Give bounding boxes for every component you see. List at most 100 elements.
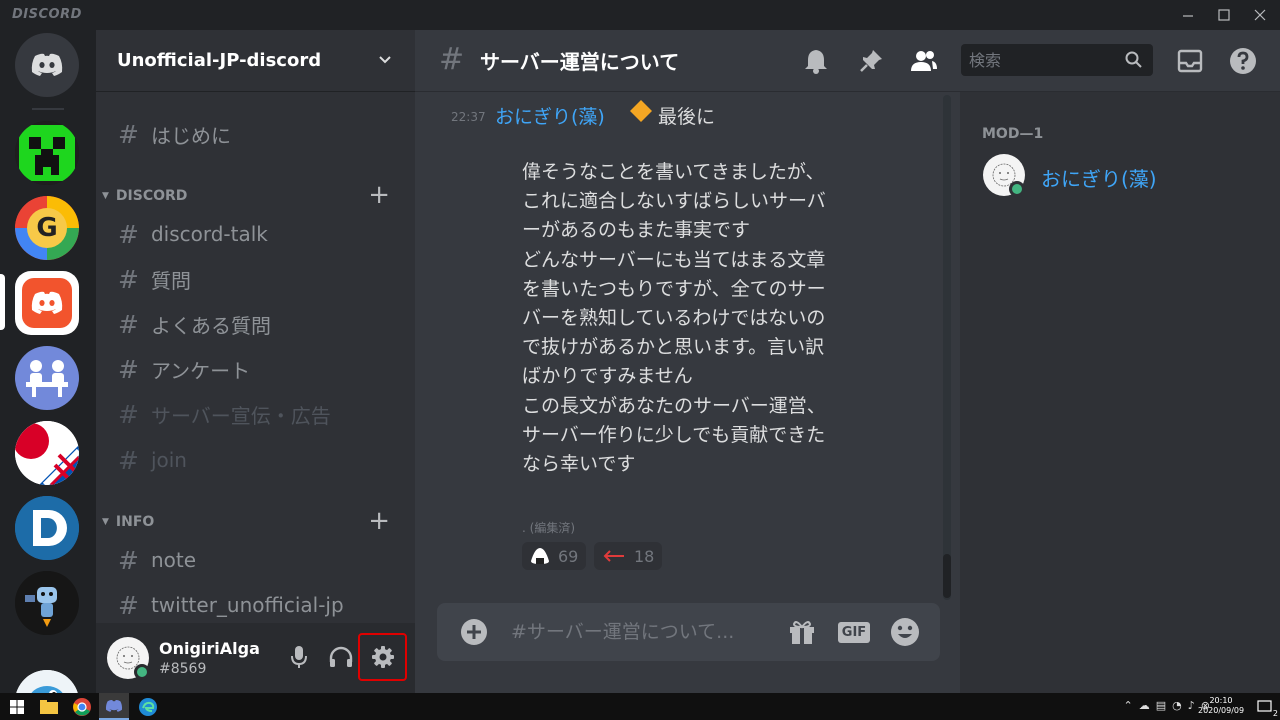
server-robot[interactable]	[15, 571, 79, 635]
chevron-down-icon: ▼	[102, 517, 109, 527]
hash-icon: #	[118, 119, 139, 149]
home-button[interactable]	[15, 33, 79, 97]
member-list: MOD—1 おにぎり(藻)	[960, 92, 1280, 693]
add-channel-icon[interactable]: +	[368, 180, 390, 210]
inbox-icon	[1177, 49, 1203, 73]
close-button[interactable]	[1240, 0, 1280, 30]
member-list-button[interactable]	[908, 46, 938, 76]
channel-discord-talk[interactable]: # discord-talk	[104, 214, 404, 254]
maximize-icon	[1218, 9, 1230, 21]
wifi-icon[interactable]: ◔	[1172, 699, 1182, 712]
edge-icon	[139, 697, 157, 716]
gif-button[interactable]: GIF	[837, 617, 871, 647]
category-info[interactable]: ▼ INFO +	[102, 506, 402, 536]
onedrive-icon[interactable]: ☁	[1139, 699, 1150, 712]
network-icon[interactable]: ▤	[1156, 699, 1166, 712]
creeper-icon	[15, 121, 79, 185]
taskbar-edge[interactable]	[133, 693, 163, 720]
search-input[interactable]	[969, 48, 1119, 72]
scrollbar-track[interactable]	[943, 95, 951, 600]
help-icon	[1230, 48, 1256, 74]
server-bird[interactable]	[15, 670, 79, 693]
message-head-text: 最後に	[658, 106, 716, 128]
edited-label: . (編集済)	[522, 519, 575, 536]
deafen-button[interactable]	[325, 641, 357, 673]
channel-title: サーバー運営について	[480, 50, 680, 74]
server-creeper[interactable]	[15, 121, 79, 185]
server-uk[interactable]	[15, 421, 79, 485]
search-icon[interactable]	[1125, 51, 1143, 69]
hash-icon: #	[118, 309, 139, 339]
online-status-icon	[1009, 181, 1025, 197]
gift-button[interactable]	[787, 617, 817, 647]
channel-twitter[interactable]: # twitter_unofficial-jp	[104, 585, 404, 625]
selected-server-indicator	[0, 274, 5, 330]
channel-label: サーバー宣伝・広告	[150, 403, 331, 428]
taskbar-clock[interactable]: 20:10 2020/09/09	[1198, 696, 1244, 716]
channel-label: join	[150, 448, 187, 472]
channel-label: アンケート	[150, 358, 251, 383]
reaction-count: 69	[558, 546, 579, 566]
channel-survey[interactable]: # アンケート	[104, 349, 404, 389]
plus-circle-icon	[461, 619, 487, 645]
hash-icon: #	[118, 399, 139, 429]
server-meeting[interactable]	[15, 346, 79, 410]
add-channel-icon[interactable]: +	[368, 506, 390, 536]
guild-header[interactable]: Unofficial-JP-discord	[96, 30, 415, 92]
maximize-button[interactable]	[1204, 0, 1244, 30]
pinned-messages-button[interactable]	[856, 46, 886, 76]
category-discord[interactable]: ▼ DISCORD +	[102, 180, 402, 210]
taskbar-explorer[interactable]	[34, 693, 64, 720]
channel-faq[interactable]: # よくある質問	[104, 304, 404, 344]
member-name[interactable]: おにぎり(藻)	[1041, 163, 1157, 192]
discord-logo-icon	[31, 291, 63, 314]
inbox-button[interactable]	[1175, 46, 1205, 76]
online-status-icon	[134, 664, 150, 680]
message-author[interactable]: おにぎり(藻)	[495, 102, 605, 129]
channel-shitsumon[interactable]: # 質問	[104, 259, 404, 299]
discord-logo-icon	[31, 53, 63, 76]
flag-icon	[15, 421, 79, 485]
taskbar-discord[interactable]	[99, 693, 129, 720]
channel-join[interactable]: # join	[104, 440, 404, 480]
windows-taskbar: ⌃ ☁ ▤ ◔ ♪ ⊗ 20:10 2020/09/09 2	[0, 693, 1280, 720]
message-composer: GIF	[437, 603, 940, 661]
server-discord-jp[interactable]	[15, 271, 79, 335]
upload-button[interactable]	[459, 617, 489, 647]
hash-icon: #	[118, 590, 139, 620]
hash-icon: #	[439, 42, 465, 77]
highlight-box	[358, 633, 407, 681]
volume-icon[interactable]: ♪	[1188, 699, 1195, 712]
headphones-icon	[329, 646, 353, 667]
notification-center-button[interactable]: 2	[1250, 693, 1280, 720]
channel-hajimeni[interactable]: # はじめに	[104, 114, 404, 154]
channel-note[interactable]: # note	[104, 540, 404, 580]
message-input[interactable]	[511, 619, 771, 645]
bird-icon	[15, 670, 79, 693]
reaction-count: 18	[634, 546, 655, 566]
taskbar-chrome[interactable]	[67, 693, 97, 720]
tray-chevron-icon[interactable]: ⌃	[1124, 699, 1133, 712]
edited-dot: .	[522, 521, 526, 535]
reaction-onigiri[interactable]: 69	[522, 542, 587, 570]
channel-label: はじめに	[150, 123, 231, 148]
minimize-button[interactable]	[1168, 0, 1208, 30]
search-box	[961, 44, 1153, 76]
gift-icon	[790, 621, 814, 644]
server-d[interactable]	[15, 496, 79, 560]
chevron-down-icon	[379, 56, 391, 64]
bell-icon	[805, 50, 827, 74]
mute-button[interactable]	[283, 641, 315, 673]
reaction-left-arrow[interactable]: 18	[594, 542, 663, 570]
channel-server-ads[interactable]: # サーバー宣伝・広告	[104, 394, 404, 434]
channel-label: discord-talk	[150, 222, 268, 246]
start-button[interactable]	[2, 693, 32, 720]
scrollbar-thumb[interactable]	[943, 554, 951, 598]
server-g[interactable]: G	[15, 196, 79, 260]
help-button[interactable]	[1228, 46, 1258, 76]
emoji-button[interactable]	[890, 617, 920, 647]
channel-label: よくある質問	[150, 313, 271, 338]
clock-date: 2020/09/09	[1198, 706, 1245, 715]
clock-time: 20:10	[1209, 696, 1233, 705]
notifications-button[interactable]	[801, 46, 831, 76]
